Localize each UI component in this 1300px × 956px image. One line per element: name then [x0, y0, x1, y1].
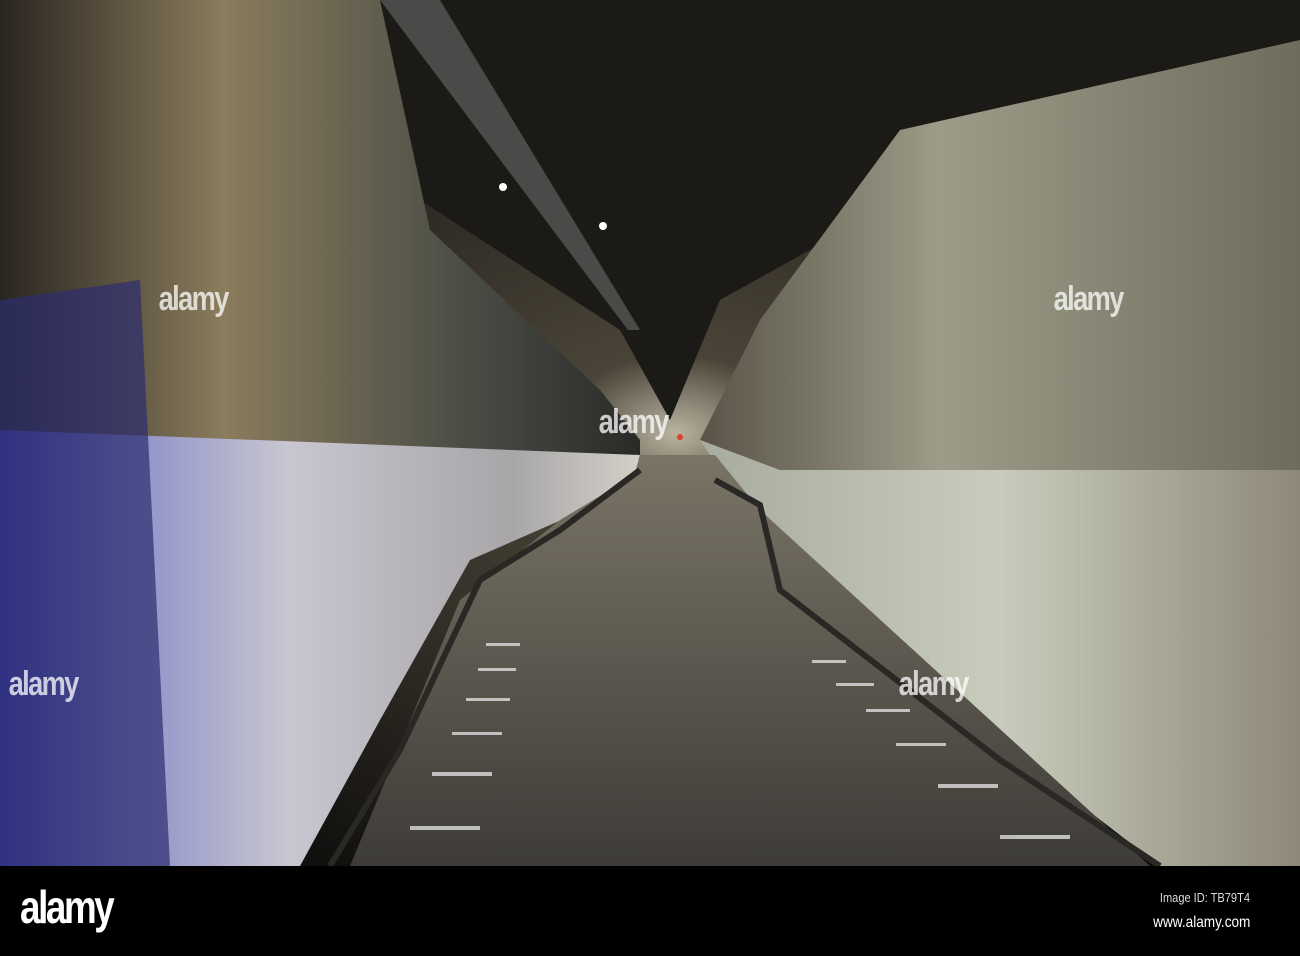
footer-bar: alamy Image ID: TB79T4 www.alamy.com — [0, 866, 1300, 956]
watermark: alamy — [898, 665, 970, 703]
watermark: alamy — [598, 403, 670, 441]
watermark: alamy — [158, 280, 230, 318]
image-id: Image ID: TB79T4 — [1159, 890, 1250, 905]
website-link[interactable]: www.alamy.com — [1153, 914, 1250, 932]
alamy-logo: alamy — [20, 881, 115, 933]
watermark: alamy — [8, 665, 80, 703]
watermark: alamy — [1053, 280, 1125, 318]
stock-photo: alamy alamy alamy alamy alamy alamy Imag… — [0, 0, 1300, 956]
